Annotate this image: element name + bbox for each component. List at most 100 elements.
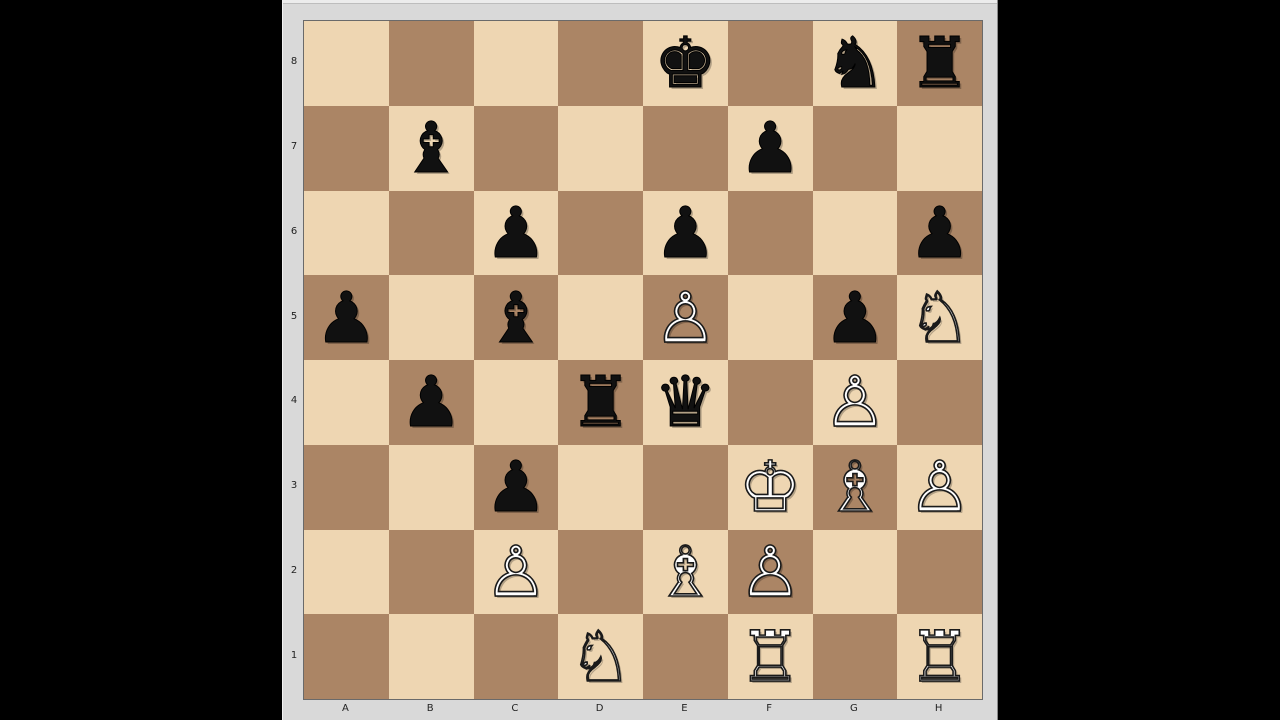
square-a7[interactable] [304, 105, 389, 191]
white-pawn-icon[interactable]: ♙ [823, 367, 887, 439]
square-b3[interactable] [388, 444, 474, 530]
square-d1[interactable]: ♘ [558, 614, 643, 699]
square-e5[interactable]: ♙ [643, 275, 728, 360]
square-e1[interactable] [643, 614, 728, 699]
square-h6[interactable]: ♟ [897, 190, 982, 276]
rank-label: 6 [290, 225, 298, 237]
white-knight-icon[interactable]: ♘ [907, 282, 971, 354]
square-h4[interactable] [897, 360, 982, 445]
white-rook-icon[interactable]: ♖ [738, 621, 802, 693]
square-h7[interactable] [897, 105, 982, 191]
black-queen-icon[interactable]: ♛ [653, 367, 717, 438]
square-a2[interactable] [304, 529, 389, 615]
black-pawn-icon[interactable]: ♟ [653, 197, 717, 268]
square-d3[interactable] [558, 444, 643, 530]
square-d8[interactable] [558, 21, 643, 106]
square-f7[interactable]: ♟ [727, 105, 813, 191]
square-e3[interactable] [643, 444, 728, 530]
square-e6[interactable]: ♟ [643, 190, 728, 276]
square-f3[interactable]: ♔ [727, 444, 813, 530]
square-g6[interactable] [812, 190, 898, 276]
square-f1[interactable]: ♖ [727, 614, 813, 699]
square-c4[interactable] [473, 360, 559, 445]
square-f8[interactable] [727, 21, 813, 106]
black-pawn-icon[interactable]: ♟ [314, 282, 378, 353]
square-b1[interactable] [388, 614, 474, 699]
square-d5[interactable] [558, 275, 643, 360]
white-pawn-icon[interactable]: ♙ [484, 536, 548, 608]
square-g7[interactable] [812, 105, 898, 191]
black-knight-icon[interactable]: ♞ [823, 28, 887, 99]
white-bishop-icon[interactable]: ♗ [823, 451, 887, 523]
square-d2[interactable] [558, 529, 643, 615]
square-c3[interactable]: ♟ [473, 444, 559, 530]
square-h2[interactable] [897, 529, 982, 615]
square-g4[interactable]: ♙ [812, 360, 898, 445]
square-h1[interactable]: ♖ [897, 614, 982, 699]
square-g3[interactable]: ♗ [812, 444, 898, 530]
square-h8[interactable]: ♜ [897, 21, 982, 106]
square-b6[interactable] [388, 190, 474, 276]
rank-label: 7 [290, 141, 298, 153]
square-c8[interactable] [473, 21, 559, 106]
black-pawn-icon[interactable]: ♟ [908, 197, 972, 268]
square-g2[interactable] [812, 529, 898, 615]
square-c1[interactable] [473, 614, 559, 699]
black-pawn-icon[interactable]: ♟ [738, 113, 802, 184]
square-a8[interactable] [304, 21, 389, 106]
square-a4[interactable] [304, 360, 389, 445]
square-g5[interactable]: ♟ [812, 275, 898, 360]
black-bishop-icon[interactable]: ♝ [484, 282, 548, 353]
square-b5[interactable] [388, 275, 474, 360]
square-a1[interactable] [304, 614, 389, 699]
white-rook-icon[interactable]: ♖ [907, 621, 971, 693]
black-bishop-icon[interactable]: ♝ [399, 113, 463, 184]
black-pawn-icon[interactable]: ♟ [823, 282, 887, 353]
black-pawn-icon[interactable]: ♟ [484, 197, 548, 268]
black-rook-icon[interactable]: ♜ [569, 367, 633, 438]
white-king-icon[interactable]: ♔ [738, 451, 802, 523]
rank-label: 4 [290, 395, 298, 407]
black-king-icon[interactable]: ♚ [653, 28, 717, 99]
square-g1[interactable] [812, 614, 898, 699]
square-a6[interactable] [304, 190, 389, 276]
white-pawn-icon[interactable]: ♙ [907, 451, 971, 523]
square-e4[interactable]: ♛ [643, 360, 728, 445]
square-a5[interactable]: ♟ [304, 275, 389, 360]
square-d7[interactable] [558, 105, 643, 191]
square-g8[interactable]: ♞ [812, 21, 898, 106]
white-pawn-icon[interactable]: ♙ [653, 282, 717, 354]
square-f4[interactable] [727, 360, 813, 445]
square-c5[interactable]: ♝ [473, 275, 559, 360]
square-c2[interactable]: ♙ [473, 529, 559, 615]
file-label: E [681, 703, 688, 714]
black-rook-icon[interactable]: ♜ [908, 28, 972, 99]
square-h3[interactable]: ♙ [897, 444, 982, 530]
square-h5[interactable]: ♘ [897, 275, 982, 360]
square-c7[interactable] [473, 105, 559, 191]
square-b4[interactable]: ♟ [388, 360, 474, 445]
square-b7[interactable]: ♝ [388, 105, 474, 191]
square-d4[interactable]: ♜ [558, 360, 643, 445]
white-pawn-icon[interactable]: ♙ [738, 536, 802, 608]
square-e7[interactable] [643, 105, 728, 191]
square-e2[interactable]: ♗ [643, 529, 728, 615]
board-frame: ♚ ♞ ♜ ♝ ♟ ♟ ♟ ♟ ♟ ♝ ♙ ♟ ♘ ♟ ♜ ♛ ♙ ♟ ♔ ♗ ♙ ♙ ♗ ♙ ♘ ♖ ♖ 8 7 6 5 4 3 2 1 A B C… [282, 0, 998, 720]
square-c6[interactable]: ♟ [473, 190, 559, 276]
black-pawn-icon[interactable]: ♟ [399, 367, 463, 438]
rank-label: 2 [290, 564, 298, 576]
square-d6[interactable] [558, 190, 643, 276]
square-a3[interactable] [304, 444, 389, 530]
chess-board: ♚ ♞ ♜ ♝ ♟ ♟ ♟ ♟ ♟ ♝ ♙ ♟ ♘ ♟ ♜ ♛ ♙ ♟ ♔ ♗ ♙ ♙ ♗ ♙ ♘ ♖ ♖ [303, 20, 983, 700]
square-b2[interactable] [388, 529, 474, 615]
file-label: H [934, 703, 943, 714]
square-f2[interactable]: ♙ [727, 529, 813, 615]
square-f5[interactable] [727, 275, 813, 360]
file-label: A [341, 703, 349, 714]
white-knight-icon[interactable]: ♘ [568, 621, 632, 693]
square-b8[interactable] [388, 21, 474, 106]
square-e8[interactable]: ♚ [643, 21, 728, 106]
white-bishop-icon[interactable]: ♗ [653, 536, 717, 608]
square-f6[interactable] [727, 190, 813, 276]
black-pawn-icon[interactable]: ♟ [484, 452, 548, 523]
